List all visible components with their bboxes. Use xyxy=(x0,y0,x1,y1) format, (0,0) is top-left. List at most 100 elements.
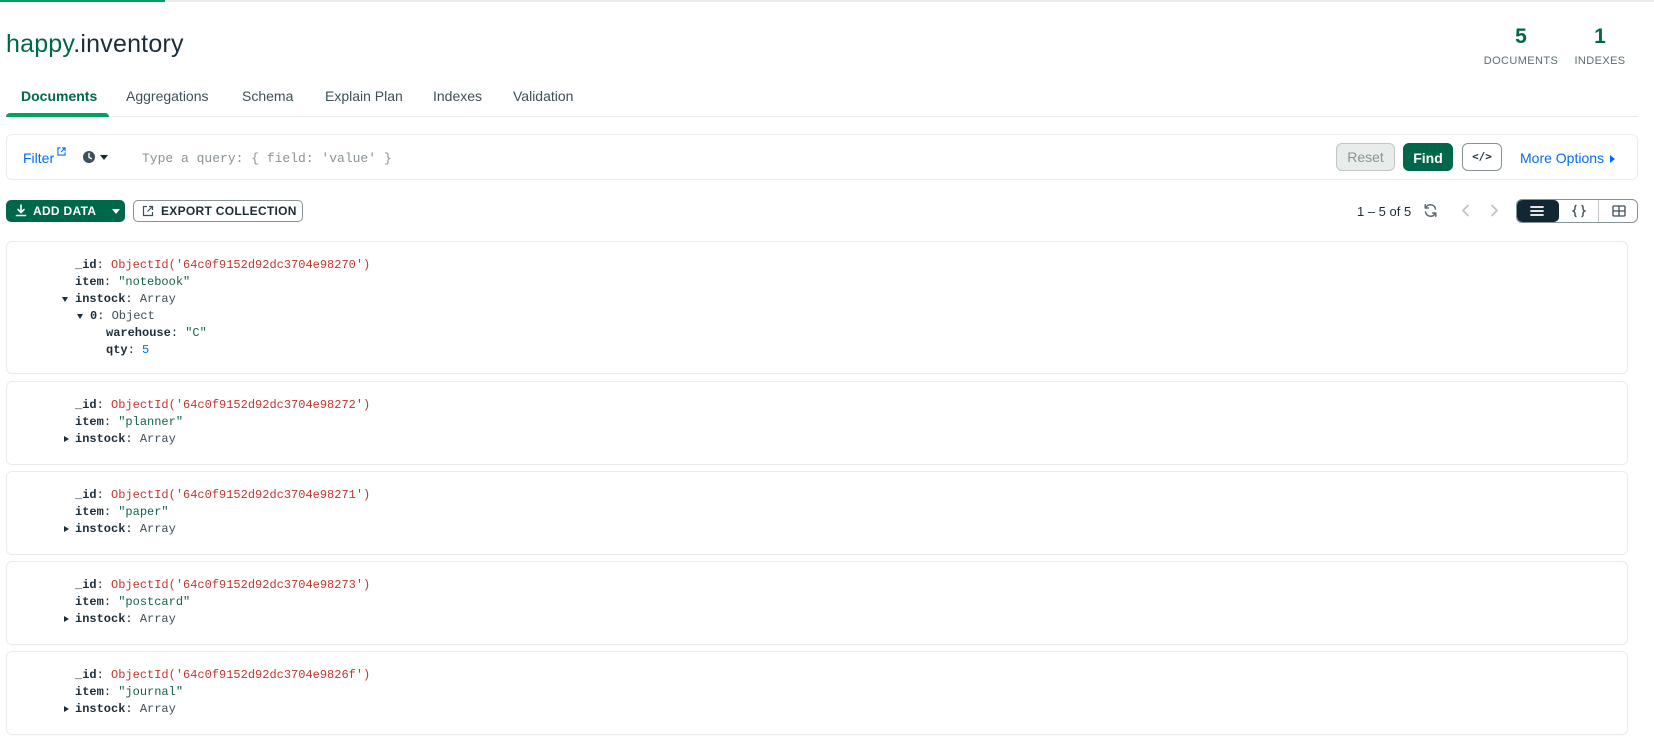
tab-validation[interactable]: Validation xyxy=(513,88,573,104)
indexes-stat: 1 INDEXES xyxy=(1574,25,1626,67)
field-key: warehouse xyxy=(106,326,171,340)
expand-caret-icon[interactable] xyxy=(64,436,69,442)
tab-schema[interactable]: Schema xyxy=(242,88,293,104)
string-value[interactable]: "postcard" xyxy=(118,595,190,609)
caret-right-icon xyxy=(1610,155,1616,164)
list-view-icon xyxy=(1530,206,1544,216)
field-key: instock xyxy=(75,292,126,306)
download-icon xyxy=(15,204,27,217)
document-field: instock: Array xyxy=(75,292,176,306)
indexes-label: INDEXES xyxy=(1574,55,1626,67)
objectid-value[interactable]: ObjectId('64c0f9152d92dc3704e9826f') xyxy=(111,668,370,682)
document-field: _id: ObjectId('64c0f9152d92dc3704e98273'… xyxy=(75,578,371,592)
tab-explain-plan[interactable]: Explain Plan xyxy=(325,88,403,104)
type-label: Object xyxy=(111,309,155,323)
database-name[interactable]: happy xyxy=(6,30,73,58)
more-options-toggle[interactable]: More Options xyxy=(1520,150,1616,166)
tab-aggregations[interactable]: Aggregations xyxy=(126,88,209,104)
history-dropdown-chevron-icon[interactable] xyxy=(100,155,108,160)
field-key: item xyxy=(75,685,104,699)
field-key: instock xyxy=(75,432,126,446)
field-key: instock xyxy=(75,612,126,626)
objectid-value[interactable]: ObjectId('64c0f9152d92dc3704e98270') xyxy=(111,258,370,272)
add-data-label: ADD DATA xyxy=(33,204,97,218)
export-collection-button[interactable]: EXPORT COLLECTION xyxy=(133,200,303,222)
field-key: _id xyxy=(75,258,97,272)
document-field: qty: 5 xyxy=(106,343,150,357)
loading-progress-bar xyxy=(0,0,1654,2)
loading-progress-fill xyxy=(0,0,166,2)
collection-tabs: Documents Aggregations Schema Explain Pl… xyxy=(6,82,1638,117)
document-card[interactable]: _id: ObjectId('64c0f9152d92dc3704e98271'… xyxy=(6,471,1628,555)
document-field: item: "journal" xyxy=(75,685,184,699)
number-value[interactable]: 5 xyxy=(142,343,149,357)
chevron-right-icon[interactable] xyxy=(1487,203,1501,218)
expand-caret-icon[interactable] xyxy=(64,706,69,712)
export-collection-label: EXPORT COLLECTION xyxy=(161,204,297,218)
document-field: _id: ObjectId('64c0f9152d92dc3704e98270'… xyxy=(75,258,371,272)
string-value[interactable]: "C" xyxy=(185,326,207,340)
document-card[interactable]: _id: ObjectId('64c0f9152d92dc3704e98273'… xyxy=(6,561,1628,645)
expand-caret-icon[interactable] xyxy=(64,526,69,532)
refresh-icon[interactable] xyxy=(1423,203,1438,218)
document-field: warehouse: "C" xyxy=(106,326,207,340)
expand-caret-icon[interactable] xyxy=(64,616,69,622)
view-mode-toggle xyxy=(1516,199,1638,223)
json-view-button[interactable] xyxy=(1559,200,1599,222)
document-field: _id: ObjectId('64c0f9152d92dc3704e98272'… xyxy=(75,398,371,412)
external-link-icon[interactable] xyxy=(57,147,66,156)
field-key: item xyxy=(75,505,104,519)
document-field: item: "postcard" xyxy=(75,595,191,609)
document-card[interactable]: _id: ObjectId('64c0f9152d92dc3704e98272'… xyxy=(6,381,1628,465)
query-bar: Filter Reset Find </> More Options xyxy=(6,134,1638,180)
document-field: _id: ObjectId('64c0f9152d92dc3704e98271'… xyxy=(75,488,371,502)
reset-button[interactable]: Reset xyxy=(1336,143,1395,171)
document-field: _id: ObjectId('64c0f9152d92dc3704e9826f'… xyxy=(75,668,371,682)
document-field: instock: Array xyxy=(75,522,176,536)
find-button[interactable]: Find xyxy=(1403,143,1453,171)
tab-indexes[interactable]: Indexes xyxy=(433,88,482,104)
objectid-value[interactable]: ObjectId('64c0f9152d92dc3704e98273') xyxy=(111,578,370,592)
field-key: item xyxy=(75,595,104,609)
field-key: _id xyxy=(75,488,97,502)
field-key: instock xyxy=(75,522,126,536)
more-options-label: More Options xyxy=(1520,150,1605,166)
string-value[interactable]: "planner" xyxy=(118,415,183,429)
type-label: Array xyxy=(139,432,176,446)
table-view-button[interactable] xyxy=(1599,200,1637,222)
document-field: instock: Array xyxy=(75,432,176,446)
add-data-button[interactable]: ADD DATA xyxy=(6,200,125,222)
field-key: instock xyxy=(75,702,126,716)
collection-name: inventory xyxy=(80,30,184,58)
type-label: Array xyxy=(139,292,176,306)
json-view-icon xyxy=(1572,204,1586,218)
field-key: item xyxy=(75,415,104,429)
objectid-value[interactable]: ObjectId('64c0f9152d92dc3704e98272') xyxy=(111,398,370,412)
chevron-left-icon[interactable] xyxy=(1459,203,1473,218)
field-key: qty xyxy=(106,343,128,357)
indexes-count: 1 xyxy=(1594,25,1606,48)
document-card[interactable]: _id: ObjectId('64c0f9152d92dc3704e98270'… xyxy=(6,241,1628,374)
document-field: instock: Array xyxy=(75,702,176,716)
list-view-button[interactable] xyxy=(1517,200,1559,222)
clock-history-icon[interactable] xyxy=(82,150,96,164)
type-label: Array xyxy=(139,522,176,536)
active-tab-indicator xyxy=(6,113,109,117)
document-field: item: "paper" xyxy=(75,505,169,519)
export-to-language-button[interactable]: </> xyxy=(1462,143,1502,171)
string-value[interactable]: "paper" xyxy=(118,505,168,519)
string-value[interactable]: "notebook" xyxy=(118,275,190,289)
document-card[interactable]: _id: ObjectId('64c0f9152d92dc3704e9826f'… xyxy=(6,651,1628,735)
collection-title: happy.inventory xyxy=(6,30,184,59)
objectid-value[interactable]: ObjectId('64c0f9152d92dc3704e98271') xyxy=(111,488,370,502)
tab-documents[interactable]: Documents xyxy=(21,88,97,104)
filter-label[interactable]: Filter xyxy=(23,150,54,166)
filter-query-input[interactable] xyxy=(142,147,1242,169)
add-data-chevron-down-icon xyxy=(112,209,120,214)
field-key: _id xyxy=(75,398,97,412)
pagination-range: 1 – 5 of 5 xyxy=(1357,204,1412,219)
collapse-caret-icon[interactable] xyxy=(77,314,83,319)
field-key: item xyxy=(75,275,104,289)
collapse-caret-icon[interactable] xyxy=(62,297,68,302)
string-value[interactable]: "journal" xyxy=(118,685,183,699)
